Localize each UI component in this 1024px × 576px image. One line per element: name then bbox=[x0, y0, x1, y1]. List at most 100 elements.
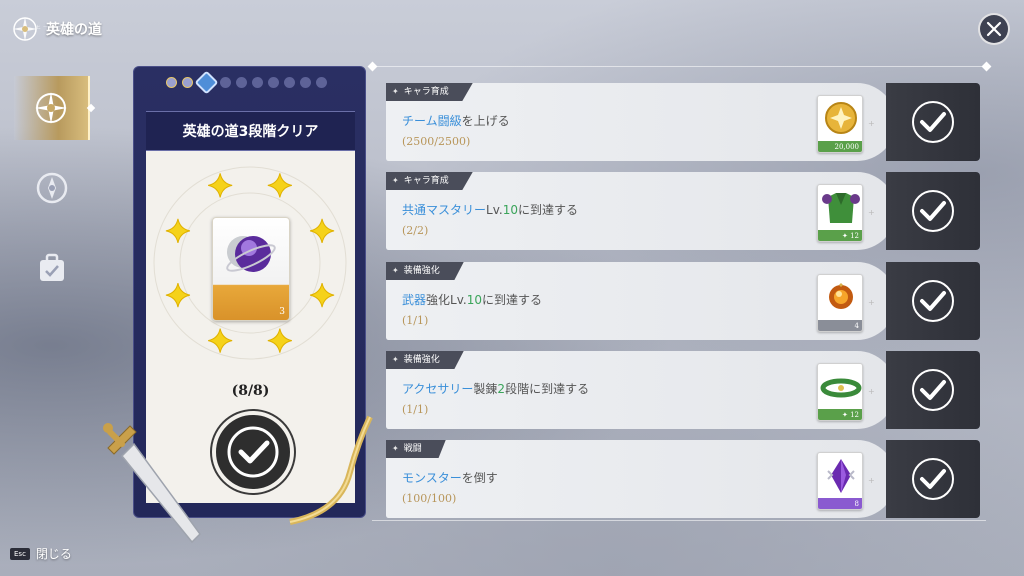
quest-claim-panel[interactable] bbox=[886, 262, 980, 340]
check-icon bbox=[920, 291, 946, 311]
stage-reward-item[interactable]: 3 bbox=[212, 217, 290, 321]
close-hint[interactable]: Esc 閉じる bbox=[10, 545, 72, 562]
quest-category: 戦闘 bbox=[403, 444, 422, 454]
page-subtitle: ヒーローの道 bbox=[36, 25, 79, 31]
quest-complete-button[interactable] bbox=[912, 280, 954, 322]
divider-diamond bbox=[981, 61, 992, 72]
quest-category: 装備強化 bbox=[403, 355, 440, 365]
quest-body: ✦ キャラ育成 共通マスタリーLv.10に到達する (2/2) ✦ 12 + bbox=[386, 172, 896, 250]
star-icon bbox=[267, 328, 292, 353]
esc-key: Esc bbox=[10, 547, 30, 560]
reward-quantity: ✦ 12 bbox=[842, 232, 859, 240]
star-icon bbox=[208, 173, 233, 198]
quest-progress: (2/2) bbox=[402, 224, 429, 237]
compass-icon bbox=[36, 172, 68, 204]
quest-complete-button[interactable] bbox=[912, 101, 954, 143]
active-indicator bbox=[86, 103, 96, 113]
stage-title-box: 英雄の道3段階クリア bbox=[146, 111, 355, 151]
plus-icon: + bbox=[868, 476, 875, 485]
gold-coin-icon bbox=[825, 102, 857, 134]
quest-complete-button[interactable] bbox=[912, 190, 954, 232]
star-icon bbox=[309, 283, 335, 308]
stage-dot[interactable] bbox=[316, 77, 327, 88]
quest-reward-item[interactable]: 4 bbox=[817, 274, 863, 332]
task-bag-icon bbox=[40, 253, 64, 281]
check-icon bbox=[920, 201, 946, 221]
purple-orb-icon bbox=[226, 236, 276, 272]
quest-reward-item[interactable]: 20,000 bbox=[817, 95, 863, 153]
reward-quantity: 20,000 bbox=[834, 143, 860, 151]
ribbon-decoration-icon bbox=[289, 415, 373, 525]
purple-crystal-icon bbox=[827, 459, 855, 493]
quest-text-part: モンスター bbox=[402, 471, 462, 485]
stage-reward-count: 3 bbox=[279, 307, 285, 317]
close-button[interactable] bbox=[978, 13, 1010, 45]
plus-icon: + bbox=[868, 119, 875, 128]
reward-quantity: 4 bbox=[854, 322, 859, 330]
quest-category-tag: ✦ 装備強化 bbox=[386, 262, 464, 280]
check-icon bbox=[920, 112, 946, 132]
stage-dot[interactable] bbox=[236, 77, 247, 88]
close-label: 閉じる bbox=[35, 547, 72, 561]
nav-item-tasks[interactable] bbox=[14, 236, 90, 300]
quest-reward-item[interactable]: ✦ 12 bbox=[817, 184, 863, 242]
star-icon bbox=[208, 328, 233, 353]
quest-text-part: を倒す bbox=[461, 471, 498, 485]
quest-category: キャラ育成 bbox=[403, 87, 449, 97]
stage-dot[interactable] bbox=[300, 77, 311, 88]
stage-dot[interactable] bbox=[252, 77, 263, 88]
quest-claim-panel[interactable] bbox=[886, 351, 980, 429]
quest-text-part: 強化Lv. bbox=[426, 293, 467, 307]
sword-decoration-icon bbox=[103, 423, 201, 544]
bottom-divider bbox=[372, 520, 986, 521]
quest-category: キャラ育成 bbox=[403, 176, 449, 186]
quest-description: 武器強化Lv.10に到達する bbox=[402, 291, 542, 308]
quest-text-part: 段階に到達する bbox=[505, 382, 590, 396]
quest-claim-panel[interactable] bbox=[886, 172, 980, 250]
quest-reward-item[interactable]: ✦ 12 bbox=[817, 363, 863, 421]
quest-category-tag: ✦ キャラ育成 bbox=[386, 83, 473, 101]
stage-dot[interactable] bbox=[166, 77, 177, 88]
quest-category-tag: ✦ 戦闘 bbox=[386, 440, 446, 458]
quest-text-part: に到達する bbox=[517, 203, 578, 217]
side-nav bbox=[14, 76, 96, 316]
stage-title: 英雄の道3段階クリア bbox=[182, 124, 319, 140]
quest-text-part: 10 bbox=[502, 203, 518, 217]
quest-row[interactable]: ✦ 装備強化 武器強化Lv.10に到達する (1/1) 4 + bbox=[386, 262, 980, 340]
quest-complete-button[interactable] bbox=[912, 369, 954, 411]
quest-text-part: アクセサリー bbox=[402, 382, 474, 396]
quest-text-part: に到達する bbox=[481, 293, 542, 307]
sparkle-icon: ✦ bbox=[392, 444, 399, 453]
stage-dot[interactable] bbox=[220, 77, 231, 88]
check-icon bbox=[920, 380, 946, 400]
quest-complete-button[interactable] bbox=[912, 458, 954, 500]
quest-claim-panel[interactable] bbox=[886, 440, 980, 518]
quest-description: チーム闘級を上げる bbox=[402, 112, 510, 129]
quest-text-part: 共通マスタリー bbox=[402, 203, 487, 217]
nav-item-compass[interactable] bbox=[14, 156, 90, 220]
quest-text-part: 製錬 bbox=[473, 382, 498, 396]
quest-text-part: を上げる bbox=[461, 114, 510, 128]
quest-reward-item[interactable]: 8 bbox=[817, 452, 863, 510]
quest-row[interactable]: ✦ キャラ育成 共通マスタリーLv.10に到達する (2/2) ✦ 12 + bbox=[386, 172, 980, 250]
stage-dot[interactable] bbox=[182, 77, 193, 88]
quest-text-part: 武器 bbox=[402, 293, 427, 307]
quest-category-tag: ✦ 装備強化 bbox=[386, 351, 464, 369]
reward-quantity: 8 bbox=[854, 500, 859, 508]
quest-row[interactable]: ✦ 装備強化 アクセサリー製錬2段階に到達する (1/1) ✦ 12 + bbox=[386, 351, 980, 429]
quest-text-part: Lv. bbox=[486, 203, 503, 217]
stage-dot[interactable] bbox=[268, 77, 279, 88]
stage-dot[interactable] bbox=[284, 77, 295, 88]
stage-progress bbox=[166, 70, 332, 95]
star-icon bbox=[165, 218, 191, 243]
nav-item-hero-path[interactable] bbox=[14, 76, 96, 140]
quest-row[interactable]: ✦ キャラ育成 チーム闘級を上げる (2500/2500) 20,000 + bbox=[386, 83, 980, 161]
plus-icon: + bbox=[868, 208, 875, 217]
quest-row[interactable]: ✦ 戦闘 モンスターを倒す (100/100) 8 + bbox=[386, 440, 980, 518]
star-icon bbox=[267, 173, 292, 198]
sparkle-icon: ✦ bbox=[392, 355, 399, 364]
stage-dot-current[interactable] bbox=[194, 70, 219, 95]
quest-progress: (100/100) bbox=[402, 492, 457, 505]
quest-category-tag: ✦ キャラ育成 bbox=[386, 172, 473, 190]
quest-claim-panel[interactable] bbox=[886, 83, 980, 161]
